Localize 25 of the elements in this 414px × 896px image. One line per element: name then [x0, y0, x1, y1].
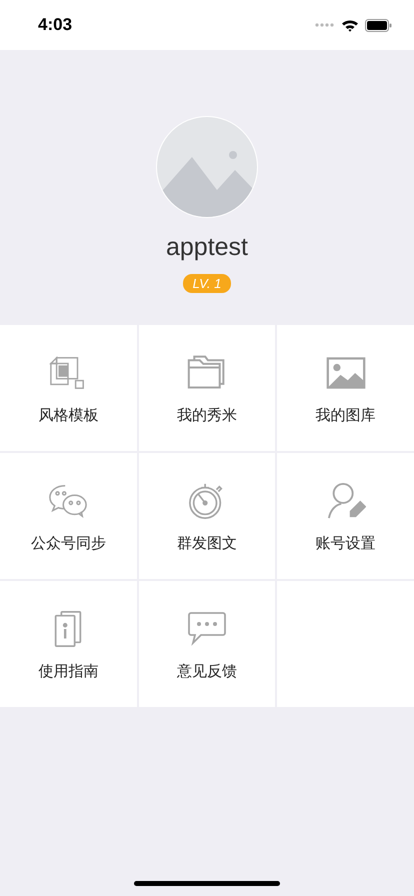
menu-label: 群发图文	[176, 534, 237, 552]
user-edit-icon	[326, 482, 366, 520]
menu-tile[interactable]: 群发图文	[138, 453, 276, 579]
signal-icon	[315, 23, 335, 27]
menu-label: 使用指南	[38, 662, 98, 680]
level-badge: LV. 1	[182, 274, 232, 293]
menu-tile[interactable]: 公众号同步	[0, 453, 137, 579]
menu-label: 我的图库	[316, 406, 376, 424]
battery-icon	[365, 18, 392, 32]
menu-tile[interactable]: 我的秀米	[138, 325, 276, 451]
menu-label: 我的秀米	[176, 406, 237, 424]
message-icon	[186, 610, 227, 648]
status-time: 4:03	[38, 15, 72, 35]
wifi-icon	[341, 18, 359, 32]
username: apptest	[166, 233, 248, 262]
menu-label: 账号设置	[316, 534, 376, 552]
menu-label: 公众号同步	[30, 534, 106, 552]
menu-tile[interactable]: 账号设置	[277, 453, 414, 579]
menu-label: 意见反馈	[176, 662, 237, 680]
menu-tile[interactable]: 风格模板	[0, 325, 137, 451]
menu-tile[interactable]: 意见反馈	[138, 581, 276, 707]
menu-tile[interactable]: 我的图库	[277, 325, 414, 451]
menu-tile[interactable]: 使用指南	[0, 581, 137, 707]
menu-label: 风格模板	[38, 406, 98, 424]
folder-icon	[186, 354, 227, 392]
